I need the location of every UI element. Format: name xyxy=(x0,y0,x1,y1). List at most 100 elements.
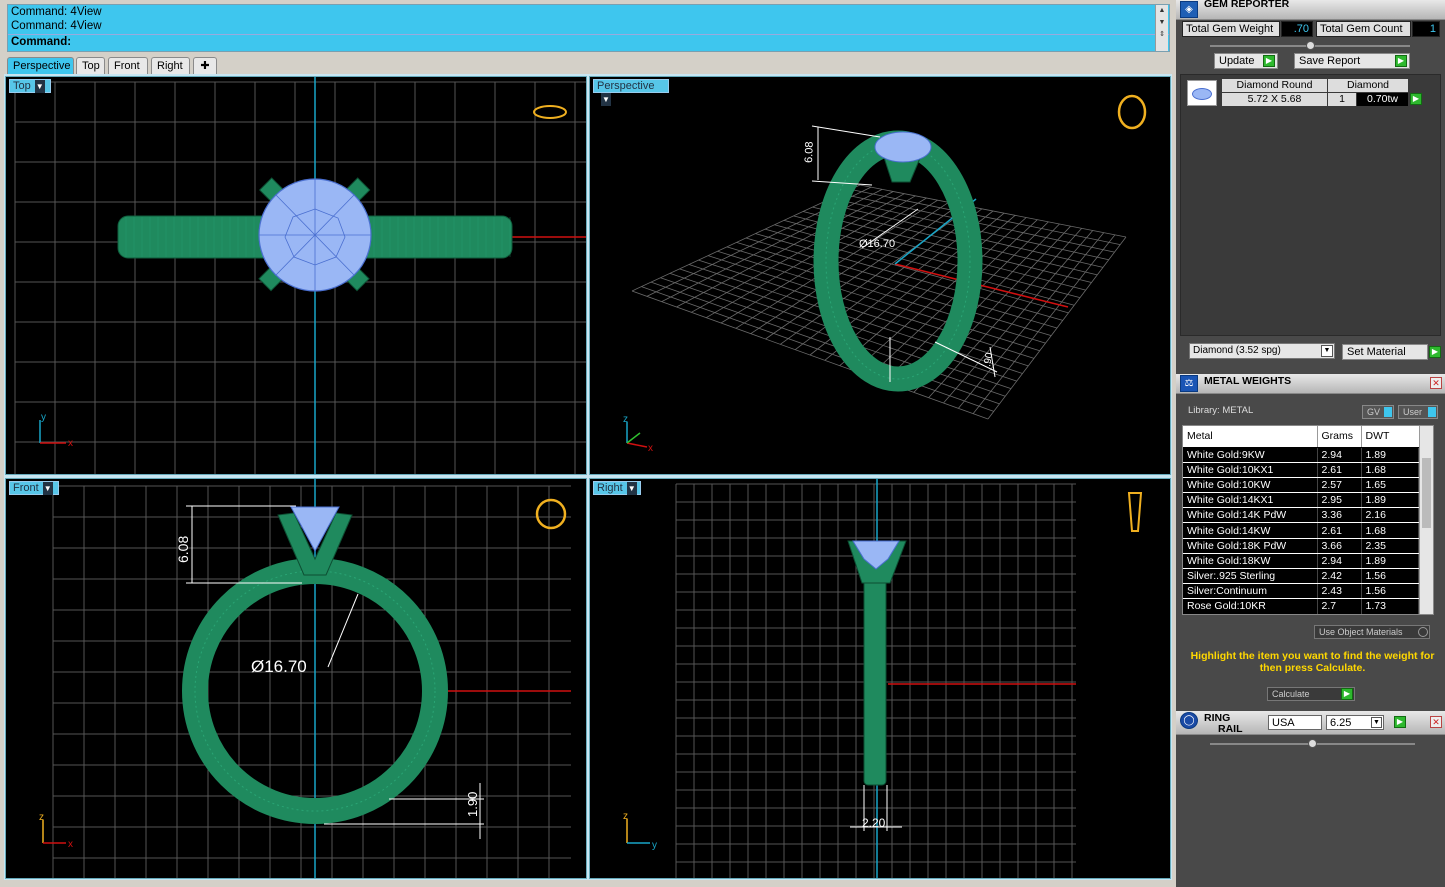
dim-height-label: 6.08 xyxy=(803,141,816,163)
metal-name-cell: White Gold:10KX1 xyxy=(1183,462,1318,478)
dim-width-label: 2.20 xyxy=(862,816,886,830)
gem-reporter-title: GEM REPORTER xyxy=(1204,0,1290,10)
command-scrollbar[interactable]: ▲ ▼ ⇕ xyxy=(1155,5,1168,51)
scale-icon: ⚖ xyxy=(1180,375,1198,392)
command-history-line: Command: 4View xyxy=(11,20,102,32)
tab-top[interactable]: Top xyxy=(76,57,105,74)
gem-reporter-icon: ◈ xyxy=(1180,1,1198,18)
command-prompt[interactable]: Command: xyxy=(8,34,1169,48)
chevron-down-icon[interactable]: ▼ xyxy=(34,80,45,93)
save-report-button[interactable]: Save Report ▶ xyxy=(1294,53,1410,69)
viewport-front[interactable]: 6.08 Ø16.70 1.90 z x Front ▼ xyxy=(5,478,587,879)
ring-standard-field[interactable]: USA xyxy=(1268,715,1322,730)
gem-size: 5.72 X 5.68 xyxy=(1222,93,1327,106)
play-icon: ▶ xyxy=(1429,346,1441,358)
command-area: Command: 4View Command: 4View Command: ▲… xyxy=(7,4,1170,52)
gem-reporter-slider[interactable] xyxy=(1210,41,1410,50)
close-icon[interactable]: ✕ xyxy=(1430,377,1442,389)
metal-weights-hint: Highlight the item you want to find the … xyxy=(1190,650,1435,674)
ring-rail-header: ◯ RING RAIL USA 6.25 ▼ ▶ ✕ xyxy=(1176,711,1445,735)
info-icon xyxy=(1428,407,1436,417)
viewport-top[interactable]: y x Top ▼ xyxy=(5,76,587,475)
chevron-down-icon[interactable]: ▼ xyxy=(601,93,611,106)
total-gem-count-label: Total Gem Count xyxy=(1316,21,1411,37)
table-row[interactable]: Rose Gold:10KR 2.7 1.73 xyxy=(1183,598,1419,614)
table-row[interactable]: Silver:Continuum 2.43 1.56 xyxy=(1183,583,1419,600)
slider-knob[interactable] xyxy=(1308,739,1317,748)
grams-cell: 3.36 xyxy=(1317,507,1362,524)
chevron-down-icon[interactable]: ▼ xyxy=(626,482,637,495)
table-row[interactable]: White Gold:14K PdW 3.36 2.16 xyxy=(1183,507,1419,524)
update-button[interactable]: Update ▶ xyxy=(1214,53,1278,69)
dwt-cell: 2.16 xyxy=(1361,507,1419,524)
axis-z-label: z xyxy=(623,414,628,425)
close-icon[interactable]: ✕ xyxy=(1430,716,1442,728)
viewport-perspective[interactable]: 6.08 Ø16.70 .90 z x Perspective▼ xyxy=(589,76,1171,475)
viewport-label-top[interactable]: Top ▼ xyxy=(9,79,51,93)
ring-preview-icon xyxy=(1127,492,1143,532)
gem-list: Diamond Round Diamond 5.72 X 5.68 1 0.70… xyxy=(1180,74,1441,336)
viewport-label-front[interactable]: Front ▼ xyxy=(9,481,59,495)
grams-cell: 2.61 xyxy=(1317,462,1362,478)
table-row[interactable]: White Gold:10KX1 2.61 1.68 xyxy=(1183,462,1419,478)
calculate-button[interactable]: Calculate ▶ xyxy=(1267,687,1355,701)
ring-size-slider[interactable] xyxy=(1210,739,1415,748)
gem-reporter-header: ◈ GEM REPORTER xyxy=(1176,0,1445,20)
dim-diameter-label: Ø16.70 xyxy=(251,657,307,676)
dwt-cell: 1.65 xyxy=(1361,477,1419,494)
viewport-right[interactable]: 2.20 z y Right ▼ xyxy=(589,478,1171,879)
column-dwt[interactable]: DWT xyxy=(1360,426,1419,448)
metal-name-cell: Rose Gold:10KR xyxy=(1183,598,1318,614)
diamond-thumbnail xyxy=(1187,80,1217,106)
slider-knob[interactable] xyxy=(1306,41,1315,50)
grams-cell: 2.42 xyxy=(1317,568,1362,585)
set-material-button[interactable]: Set Material ▶ xyxy=(1342,344,1441,360)
column-grams[interactable]: Grams xyxy=(1316,426,1361,448)
axis-z-label: z xyxy=(39,812,44,823)
metal-name-cell: White Gold:9KW xyxy=(1183,447,1318,463)
tab-front[interactable]: Front xyxy=(108,57,148,74)
metal-weights-table: Metal Grams DWT White Gold:9KW 2.94 1.89 Wh… xyxy=(1182,425,1434,615)
dwt-cell: 1.89 xyxy=(1361,492,1419,509)
chevron-down-icon[interactable]: ▼ xyxy=(1321,345,1333,357)
chevron-down-icon[interactable]: ▼ xyxy=(1371,717,1382,728)
table-row[interactable]: White Gold:9KW 2.94 1.89 xyxy=(1183,447,1419,463)
table-row[interactable]: White Gold:14KX1 2.95 1.89 xyxy=(1183,492,1419,509)
dwt-cell: 1.56 xyxy=(1361,583,1419,600)
grams-cell: 2.61 xyxy=(1317,522,1362,539)
axis-z-label: z xyxy=(623,811,628,822)
toggle-icon xyxy=(1418,627,1428,637)
axis-y-label: y xyxy=(41,412,46,423)
play-icon[interactable]: ▶ xyxy=(1394,716,1406,728)
table-row[interactable]: White Gold:14KW 2.61 1.68 xyxy=(1183,522,1419,539)
metal-weights-scrollbar[interactable] xyxy=(1419,426,1433,614)
tab-perspective[interactable]: Perspective xyxy=(7,57,74,74)
user-button[interactable]: User xyxy=(1398,405,1438,419)
table-row[interactable]: White Gold:18K PdW 3.66 2.35 xyxy=(1183,538,1419,554)
column-metal[interactable]: Metal xyxy=(1183,426,1317,448)
axis-x-label: x xyxy=(648,443,653,454)
dim-band-label: 1.90 xyxy=(465,792,480,817)
play-icon[interactable]: ▶ xyxy=(1410,93,1422,105)
ring-size-select[interactable]: 6.25 ▼ xyxy=(1326,715,1384,730)
axis-y-label: y xyxy=(652,840,657,851)
gv-button[interactable]: GV xyxy=(1362,405,1394,419)
add-tab-icon[interactable]: ✚ xyxy=(193,57,217,74)
grams-cell: 2.7 xyxy=(1317,598,1362,614)
play-icon: ▶ xyxy=(1263,55,1275,67)
dwt-cell: 1.68 xyxy=(1361,462,1419,478)
grams-cell: 2.57 xyxy=(1317,477,1362,494)
gem-name: Diamond Round xyxy=(1222,79,1327,92)
library-label: Library: METAL xyxy=(1188,405,1254,416)
play-icon: ▶ xyxy=(1341,688,1353,700)
viewport-label-perspective[interactable]: Perspective▼ xyxy=(593,79,669,106)
table-row[interactable]: White Gold:10KW 2.57 1.65 xyxy=(1183,477,1419,494)
grams-cell: 2.94 xyxy=(1317,553,1362,570)
chevron-down-icon[interactable]: ▼ xyxy=(42,482,53,495)
material-select[interactable]: Diamond (3.52 spg) ▼ xyxy=(1189,343,1335,359)
table-row[interactable]: Silver:.925 Sterling 2.42 1.56 xyxy=(1183,568,1419,585)
viewport-label-right[interactable]: Right ▼ xyxy=(593,481,641,495)
use-object-materials-button[interactable]: Use Object Materials xyxy=(1314,625,1430,639)
table-row[interactable]: White Gold:18KW 2.94 1.89 xyxy=(1183,553,1419,570)
tab-right[interactable]: Right xyxy=(151,57,190,74)
